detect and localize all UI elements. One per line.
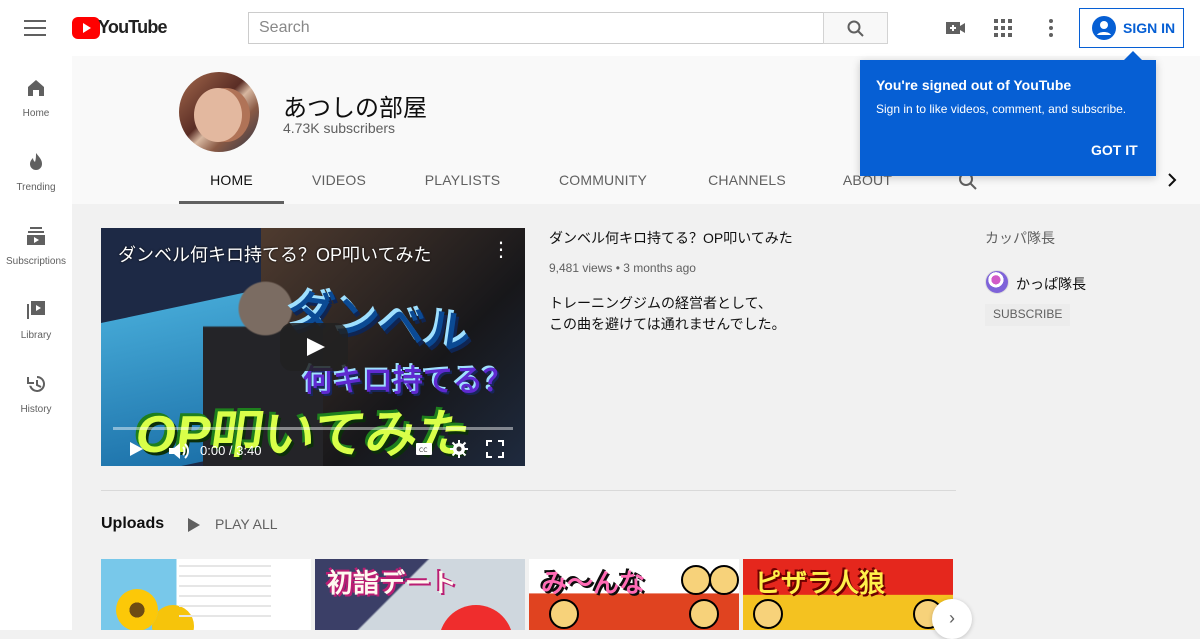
captions-icon[interactable]: CC bbox=[414, 439, 434, 459]
sidebar-item-home[interactable]: Home bbox=[0, 76, 72, 150]
upload-thumbnail-3[interactable]: み～んな bbox=[529, 559, 739, 630]
more-vertical-icon[interactable] bbox=[1039, 16, 1063, 40]
subscribe-button[interactable]: SUBSCRIBE bbox=[985, 304, 1071, 326]
video-player[interactable]: ダンベル 何キロ持てる？ OP叩いてみた ダンベル何キロ持てる？OP叩いてみた … bbox=[101, 228, 525, 466]
carousel-next-button[interactable]: › bbox=[932, 599, 972, 639]
upload-thumbnail-2[interactable]: 初詣デート bbox=[315, 559, 525, 630]
thumbnail-face bbox=[709, 565, 739, 595]
subscriptions-icon bbox=[27, 227, 45, 245]
search-icon bbox=[847, 20, 864, 37]
svg-text:CC: CC bbox=[419, 447, 427, 454]
menu-icon[interactable] bbox=[24, 18, 48, 38]
youtube-logo-label[interactable]: YouTube bbox=[98, 17, 168, 38]
search-input[interactable]: Search bbox=[248, 12, 824, 44]
play-all-button[interactable]: PLAY ALL bbox=[188, 516, 278, 532]
apps-icon[interactable] bbox=[991, 16, 1015, 40]
video-time: 0:00 / 3:40 bbox=[200, 443, 262, 458]
sidebar-item-history[interactable]: History bbox=[0, 372, 72, 446]
flame-icon bbox=[30, 153, 42, 170]
thumbnail-face bbox=[681, 565, 711, 595]
sidebar-item-label: Home bbox=[22, 108, 50, 119]
account-circle-icon bbox=[1092, 16, 1116, 40]
sidebar-item-label: Subscriptions bbox=[5, 256, 67, 267]
tab-channels[interactable]: CHANNELS bbox=[675, 164, 819, 204]
main-content: ダンベル 何キロ持てる？ OP叩いてみた ダンベル何キロ持てる？OP叩いてみた … bbox=[72, 204, 972, 639]
sidebar-item-label: Trending bbox=[16, 182, 56, 193]
popup-title: You're signed out of YouTube bbox=[876, 77, 1072, 93]
video-more-icon[interactable]: ⋮ bbox=[491, 240, 511, 260]
sidebar-item-label: Library bbox=[20, 330, 52, 341]
tab-home[interactable]: HOME bbox=[179, 164, 284, 204]
large-play-button[interactable] bbox=[280, 323, 348, 371]
sidebar-item-subscriptions[interactable]: Subscriptions bbox=[0, 224, 72, 298]
fullscreen-icon[interactable] bbox=[485, 439, 505, 459]
thumbnail-face bbox=[549, 599, 579, 629]
search-button[interactable] bbox=[823, 12, 888, 44]
thumbnail-label: ピザラ人狼 bbox=[755, 568, 886, 598]
sign-in-label: SIGN IN bbox=[1123, 20, 1176, 36]
sidebar: Home Trending Subscriptions Library Hist… bbox=[0, 56, 72, 630]
video-description: トレーニングジムの経営者として、 この曲を避けては通れませんでした。 bbox=[549, 295, 786, 332]
thumbnail-face bbox=[689, 599, 719, 629]
sidebar-item-library[interactable]: Library bbox=[0, 298, 72, 372]
play-icon[interactable] bbox=[128, 439, 144, 459]
section-divider bbox=[101, 490, 956, 491]
subscriber-count: 4.73K subscribers bbox=[283, 120, 396, 136]
sidebar-item-trending[interactable]: Trending bbox=[0, 150, 72, 224]
got-it-button[interactable]: GOT IT bbox=[1091, 142, 1138, 158]
upload-thumbnail-4[interactable]: ピザラ人狼 bbox=[743, 559, 953, 630]
tab-playlists[interactable]: PLAYLISTS bbox=[394, 164, 531, 204]
sign-in-button[interactable]: SIGN IN bbox=[1079, 8, 1184, 48]
library-icon bbox=[27, 301, 45, 319]
channel-avatar[interactable] bbox=[179, 72, 259, 152]
featured-video-title[interactable]: ダンベル何キロ持てる？OP叩いてみた bbox=[549, 228, 929, 248]
top-header: YouTube Search SIGN IN bbox=[0, 0, 1200, 56]
related-section-title: カッパ隊長 bbox=[985, 230, 1055, 246]
popup-text: Sign in to like videos, comment, and sub… bbox=[876, 102, 1127, 116]
history-icon bbox=[27, 376, 45, 392]
thumbnail-face bbox=[753, 599, 783, 629]
related-channel-avatar[interactable] bbox=[985, 270, 1009, 294]
tab-community[interactable]: COMMUNITY bbox=[531, 164, 675, 204]
chevron-right-icon[interactable] bbox=[1165, 172, 1179, 188]
uploads-title[interactable]: Uploads bbox=[101, 515, 164, 533]
video-progress-bar[interactable] bbox=[113, 427, 513, 430]
home-icon bbox=[28, 80, 44, 96]
upload-thumbnail-1[interactable] bbox=[101, 559, 311, 630]
settings-icon[interactable] bbox=[449, 439, 469, 459]
video-controls: 0:00 / 3:40 CC bbox=[101, 434, 525, 466]
video-camera-icon[interactable] bbox=[943, 16, 967, 40]
related-channel-name[interactable]: かっぱ隊長 bbox=[1016, 274, 1086, 294]
sidebar-item-label: History bbox=[20, 404, 52, 415]
signed-out-popup: You're signed out of YouTube Sign in to … bbox=[860, 51, 1156, 176]
video-meta: 9,481 views • 3 months ago bbox=[549, 261, 696, 275]
channel-title: あつしの部屋 bbox=[283, 95, 427, 122]
video-player-title[interactable]: ダンベル何キロ持てる？OP叩いてみた bbox=[118, 241, 463, 267]
thumbnail-label: み～んな bbox=[541, 568, 646, 598]
tab-videos[interactable]: VIDEOS bbox=[284, 164, 394, 204]
volume-icon[interactable] bbox=[166, 439, 190, 463]
thumbnail-label: 初詣デート bbox=[327, 568, 458, 598]
